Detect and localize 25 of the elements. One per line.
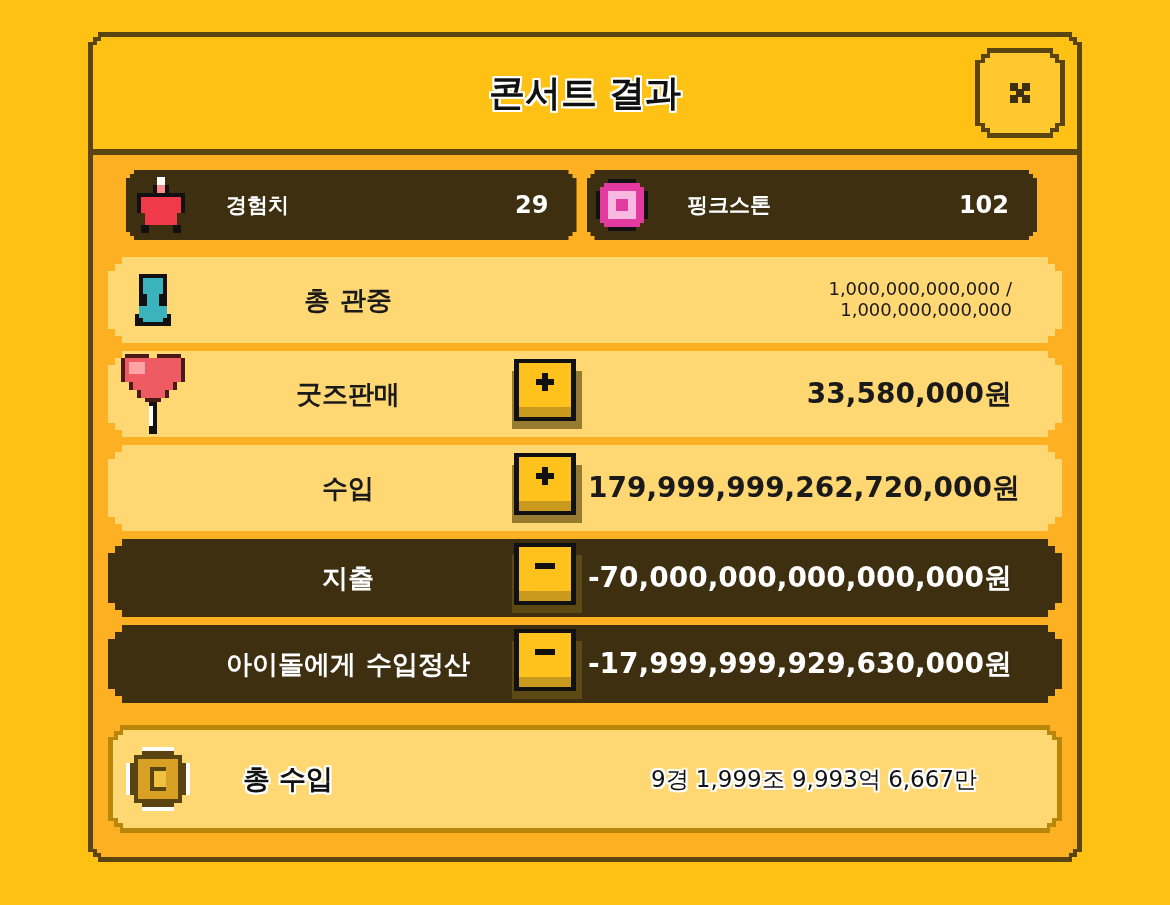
gem-icon [595, 179, 648, 231]
reward-label: 경험치 [225, 192, 290, 219]
row-value: 33,580,000원 [805, 377, 1012, 411]
row-value: -70,000,000,000,000,000원 [588, 561, 1012, 595]
total-label: 총 수입 [242, 762, 335, 796]
total-value: 9경 1,999조 9,993억 6,667만 [649, 764, 977, 794]
reward-value: 102 [958, 191, 1009, 219]
close-icon [1010, 83, 1030, 103]
heart-balloon-icon [121, 354, 185, 434]
row-label: 지출 [321, 561, 375, 595]
person-icon [135, 274, 171, 326]
star-icon [137, 177, 185, 233]
row-label: 수입 [321, 471, 375, 505]
row-value: 179,999,999,262,720,000원 [588, 471, 1020, 505]
reward-label: 핑크스톤 [685, 192, 772, 219]
row-value: 1,000,000,000,000 / [827, 279, 1012, 300]
reward-value: 29 [515, 191, 549, 219]
row-label: 아이돌에게 수입정산 [225, 647, 471, 681]
close-button[interactable] [975, 48, 1065, 138]
coin-icon [126, 747, 190, 811]
row-value: 1,000,000,000,000 [839, 300, 1012, 321]
row-label: 굿즈판매 [295, 377, 401, 411]
row-value: -17,999,999,929,630,000원 [588, 647, 1012, 681]
dialog-title: 콘서트 결과 [488, 70, 682, 115]
row-label: 총 관중 [303, 283, 393, 317]
